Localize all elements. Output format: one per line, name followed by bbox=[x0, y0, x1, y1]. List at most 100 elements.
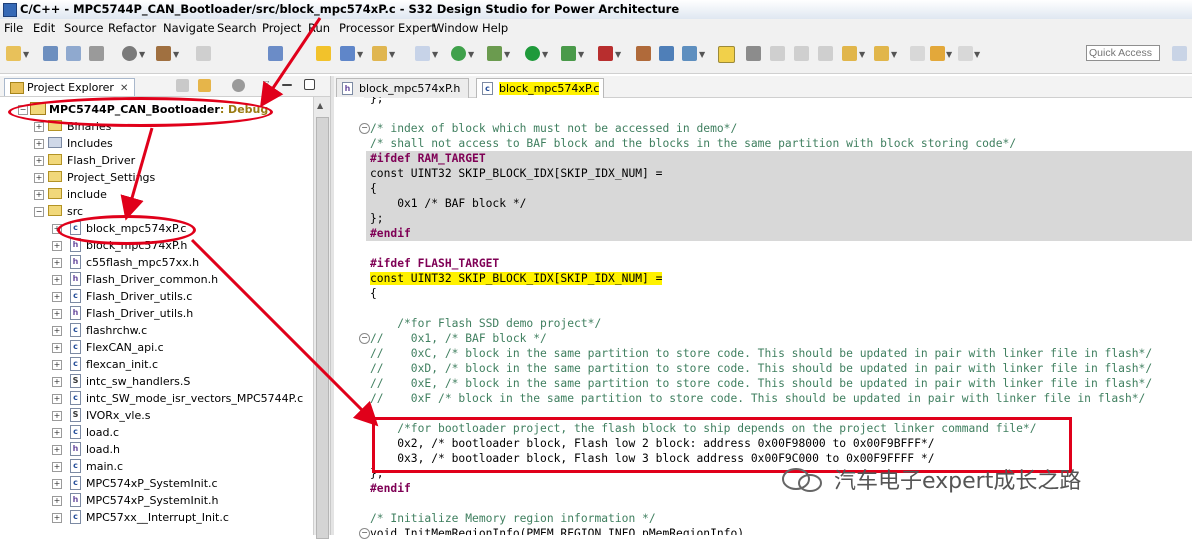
scrollbar-thumb[interactable] bbox=[316, 117, 329, 539]
chevron-down-icon[interactable]: ▼ bbox=[615, 50, 621, 59]
format-icon[interactable] bbox=[818, 46, 833, 61]
save-icon[interactable] bbox=[43, 46, 58, 61]
forward-arrow-icon[interactable] bbox=[958, 46, 973, 61]
quick-access-input[interactable] bbox=[1086, 45, 1160, 61]
chevron-down-icon[interactable]: ▼ bbox=[578, 50, 584, 59]
file-flash-driver-utils-c[interactable]: + c Flash_Driver_utils.c bbox=[0, 288, 300, 305]
chevron-down-icon[interactable]: ▼ bbox=[859, 50, 865, 59]
menu-source[interactable]: Source bbox=[64, 21, 104, 35]
settings-icon[interactable] bbox=[122, 46, 137, 61]
expand-icon[interactable]: + bbox=[52, 496, 62, 506]
menu-run[interactable]: Run bbox=[308, 21, 330, 35]
expand-icon[interactable]: + bbox=[52, 360, 62, 370]
new-source-icon[interactable] bbox=[415, 46, 430, 61]
expand-icon[interactable]: + bbox=[52, 258, 62, 268]
expand-icon[interactable]: + bbox=[34, 156, 44, 166]
file-ivorx-vle-s[interactable]: + S IVORx_vle.s bbox=[0, 407, 300, 424]
expand-icon[interactable]: + bbox=[52, 309, 62, 319]
chevron-down-icon[interactable]: ▼ bbox=[699, 50, 705, 59]
collapse-all-icon[interactable] bbox=[176, 79, 189, 92]
maximize-icon[interactable] bbox=[304, 79, 315, 90]
block-select-icon[interactable] bbox=[770, 46, 785, 61]
binary-icon[interactable] bbox=[196, 46, 211, 61]
back-arrow-icon[interactable] bbox=[930, 46, 945, 61]
tree-item-includes[interactable]: + Includes bbox=[0, 135, 300, 152]
chevron-down-icon[interactable]: ▼ bbox=[468, 50, 474, 59]
menu-edit[interactable]: Edit bbox=[33, 21, 55, 35]
expand-icon[interactable]: + bbox=[52, 445, 62, 455]
expand-icon[interactable]: + bbox=[34, 139, 44, 149]
last-edit-icon[interactable] bbox=[910, 46, 925, 61]
tree-item-include[interactable]: + include bbox=[0, 186, 300, 203]
debug-bug-icon[interactable] bbox=[487, 46, 502, 61]
file-load-h[interactable]: + h load.h bbox=[0, 441, 300, 458]
expand-icon[interactable]: + bbox=[52, 479, 62, 489]
new-folder-icon[interactable] bbox=[372, 46, 387, 61]
expand-icon[interactable]: + bbox=[52, 513, 62, 523]
scroll-up-icon[interactable]: ▲ bbox=[317, 101, 323, 110]
menu-window[interactable]: Window bbox=[433, 21, 478, 35]
chevron-down-icon[interactable]: ▼ bbox=[139, 50, 145, 59]
file-flash-driver-utils-h[interactable]: + h Flash_Driver_utils.h bbox=[0, 305, 300, 322]
chevron-down-icon[interactable]: ▼ bbox=[891, 50, 897, 59]
menu-navigate[interactable]: Navigate bbox=[163, 21, 215, 35]
file-flexcan-init-c[interactable]: + c flexcan_init.c bbox=[0, 356, 300, 373]
new-icon[interactable] bbox=[6, 46, 21, 61]
menu-help[interactable]: Help bbox=[482, 21, 508, 35]
chevron-down-icon[interactable]: ▼ bbox=[542, 50, 548, 59]
build-hammer-icon[interactable] bbox=[156, 46, 171, 61]
expand-icon[interactable]: + bbox=[52, 343, 62, 353]
open-type-icon[interactable] bbox=[636, 46, 651, 61]
edit-pen-icon[interactable] bbox=[746, 46, 761, 61]
open-perspective-icon[interactable] bbox=[1172, 46, 1187, 61]
chevron-down-icon[interactable]: ▼ bbox=[357, 50, 363, 59]
save-all-icon[interactable] bbox=[66, 46, 81, 61]
chevron-down-icon[interactable]: ▼ bbox=[173, 50, 179, 59]
expand-icon[interactable]: + bbox=[52, 411, 62, 421]
chevron-down-icon[interactable]: ▼ bbox=[389, 50, 395, 59]
expand-icon[interactable]: + bbox=[52, 241, 62, 251]
file-systeminit-h[interactable]: + h MPC574xP_SystemInit.h bbox=[0, 492, 300, 509]
expand-icon[interactable]: + bbox=[52, 292, 62, 302]
tree-item-project-settings[interactable]: + Project_Settings bbox=[0, 169, 300, 186]
file-systeminit-c[interactable]: + c MPC574xP_SystemInit.c bbox=[0, 475, 300, 492]
file-load-c[interactable]: + c load.c bbox=[0, 424, 300, 441]
expand-icon[interactable]: + bbox=[52, 275, 62, 285]
file-intc-isr-vectors-c[interactable]: + c intc_SW_mode_isr_vectors_MPC5744P.c bbox=[0, 390, 303, 407]
tree-item-flash-driver[interactable]: + Flash_Driver bbox=[0, 152, 300, 169]
expand-icon[interactable]: + bbox=[52, 377, 62, 387]
menu-file[interactable]: File bbox=[4, 21, 23, 35]
next-annotation-icon[interactable] bbox=[842, 46, 857, 61]
pin-icon[interactable] bbox=[268, 46, 283, 61]
expand-icon[interactable]: + bbox=[52, 326, 62, 336]
open-element-icon[interactable] bbox=[659, 46, 674, 61]
tab-block-mpc574xp-h[interactable]: h block_mpc574xP.h bbox=[336, 78, 470, 98]
menu-refactor[interactable]: Refactor bbox=[108, 21, 156, 35]
tree-scrollbar[interactable]: ▲ bbox=[313, 97, 330, 539]
file-flashrchw-c[interactable]: + c flashrchw.c bbox=[0, 322, 300, 339]
expand-icon[interactable]: + bbox=[52, 462, 62, 472]
file-flexcan-api-c[interactable]: + c FlexCAN_api.c bbox=[0, 339, 300, 356]
file-main-c[interactable]: + c main.c bbox=[0, 458, 300, 475]
chevron-down-icon[interactable]: ▼ bbox=[432, 50, 438, 59]
chevron-down-icon[interactable]: ▼ bbox=[23, 50, 29, 59]
run-icon[interactable] bbox=[525, 46, 540, 61]
run-config-icon[interactable] bbox=[561, 46, 576, 61]
toggle-mark-icon[interactable] bbox=[718, 46, 735, 63]
file-c55flash-h[interactable]: + h c55flash_mpc57xx.h bbox=[0, 254, 300, 271]
print-icon[interactable] bbox=[89, 46, 104, 61]
tab-project-explorer[interactable]: Project Explorer ✕ bbox=[4, 78, 136, 96]
view-menu-icon[interactable]: ▽ bbox=[263, 79, 269, 88]
expand-icon[interactable]: + bbox=[34, 190, 44, 200]
link-with-editor-icon[interactable] bbox=[198, 79, 211, 92]
close-icon[interactable]: ✕ bbox=[120, 83, 128, 94]
expand-icon[interactable]: + bbox=[52, 394, 62, 404]
filters-icon[interactable] bbox=[232, 79, 245, 92]
flash-lightning-icon[interactable] bbox=[316, 46, 331, 61]
menu-search[interactable]: Search bbox=[217, 21, 257, 35]
tab-block-mpc574xp-c[interactable]: c block_mpc574xP.c bbox=[476, 78, 605, 98]
chevron-down-icon[interactable]: ▼ bbox=[946, 50, 952, 59]
expand-icon[interactable]: + bbox=[34, 173, 44, 183]
collapse-icon[interactable]: − bbox=[34, 207, 44, 217]
file-intc-sw-handlers-s[interactable]: + Sintc_sw_handlers.S bbox=[0, 373, 300, 390]
